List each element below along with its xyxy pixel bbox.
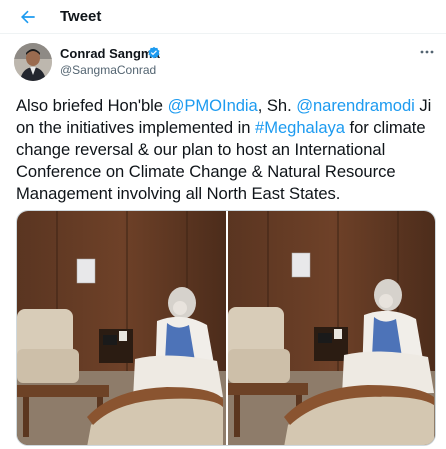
verified-badge-icon bbox=[148, 46, 160, 59]
page-title: Tweet bbox=[60, 8, 102, 25]
author-name[interactable]: Conrad Sangma bbox=[60, 46, 160, 61]
mention-narendramodi[interactable]: @narendramodi bbox=[296, 96, 415, 115]
author-handle[interactable]: @SangmaConrad bbox=[60, 63, 156, 77]
tweet-photo-1[interactable] bbox=[17, 211, 226, 446]
tweet-text-part: Also briefed Hon'ble bbox=[16, 96, 168, 115]
tweet-text-part: , Sh. bbox=[257, 96, 297, 115]
tweet-photo-2[interactable] bbox=[228, 211, 436, 446]
more-options-icon[interactable] bbox=[420, 49, 434, 55]
arrow-left-icon[interactable] bbox=[18, 7, 38, 27]
tweet-media-grid bbox=[16, 210, 436, 446]
top-bar: Tweet bbox=[0, 0, 446, 34]
hashtag-meghalaya[interactable]: #Meghalaya bbox=[255, 118, 345, 137]
avatar[interactable] bbox=[14, 43, 52, 81]
tweet-text: Also briefed Hon'ble @PMOIndia, Sh. @nar… bbox=[16, 95, 436, 205]
mention-pmoindia[interactable]: @PMOIndia bbox=[168, 96, 258, 115]
